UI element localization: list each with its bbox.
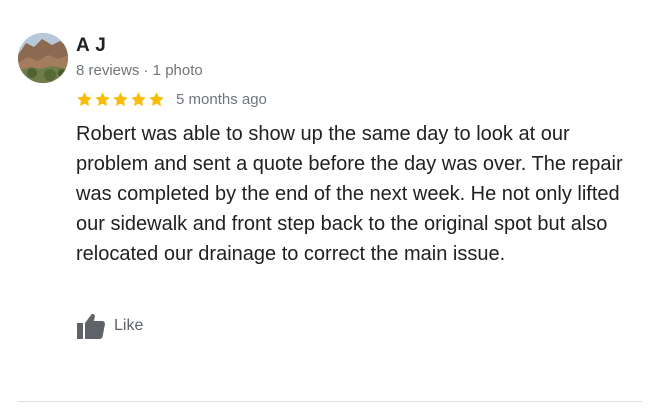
star-icon [95, 91, 110, 106]
reviewer-stats: 8 reviews · 1 photo [76, 62, 203, 79]
reviewer-name[interactable]: A J [76, 35, 106, 57]
like-label: Like [114, 317, 144, 334]
star-icon [77, 91, 92, 106]
star-rating [76, 91, 166, 108]
review-text: Robert was able to show up the same day … [76, 123, 623, 265]
star-icon [113, 91, 128, 106]
like-button[interactable]: Like [76, 311, 143, 341]
divider [18, 401, 642, 402]
avatar-photo-icon [18, 33, 68, 83]
star-icon [131, 91, 146, 106]
reviewer-avatar[interactable] [18, 33, 68, 83]
review-card: A J 8 reviews · 1 photo 5 months ago Rob… [0, 0, 659, 408]
thumbs-up-icon [77, 314, 105, 339]
star-icon [149, 91, 164, 106]
rating-row: 5 months ago [76, 89, 267, 109]
review-date: 5 months ago [176, 90, 267, 108]
